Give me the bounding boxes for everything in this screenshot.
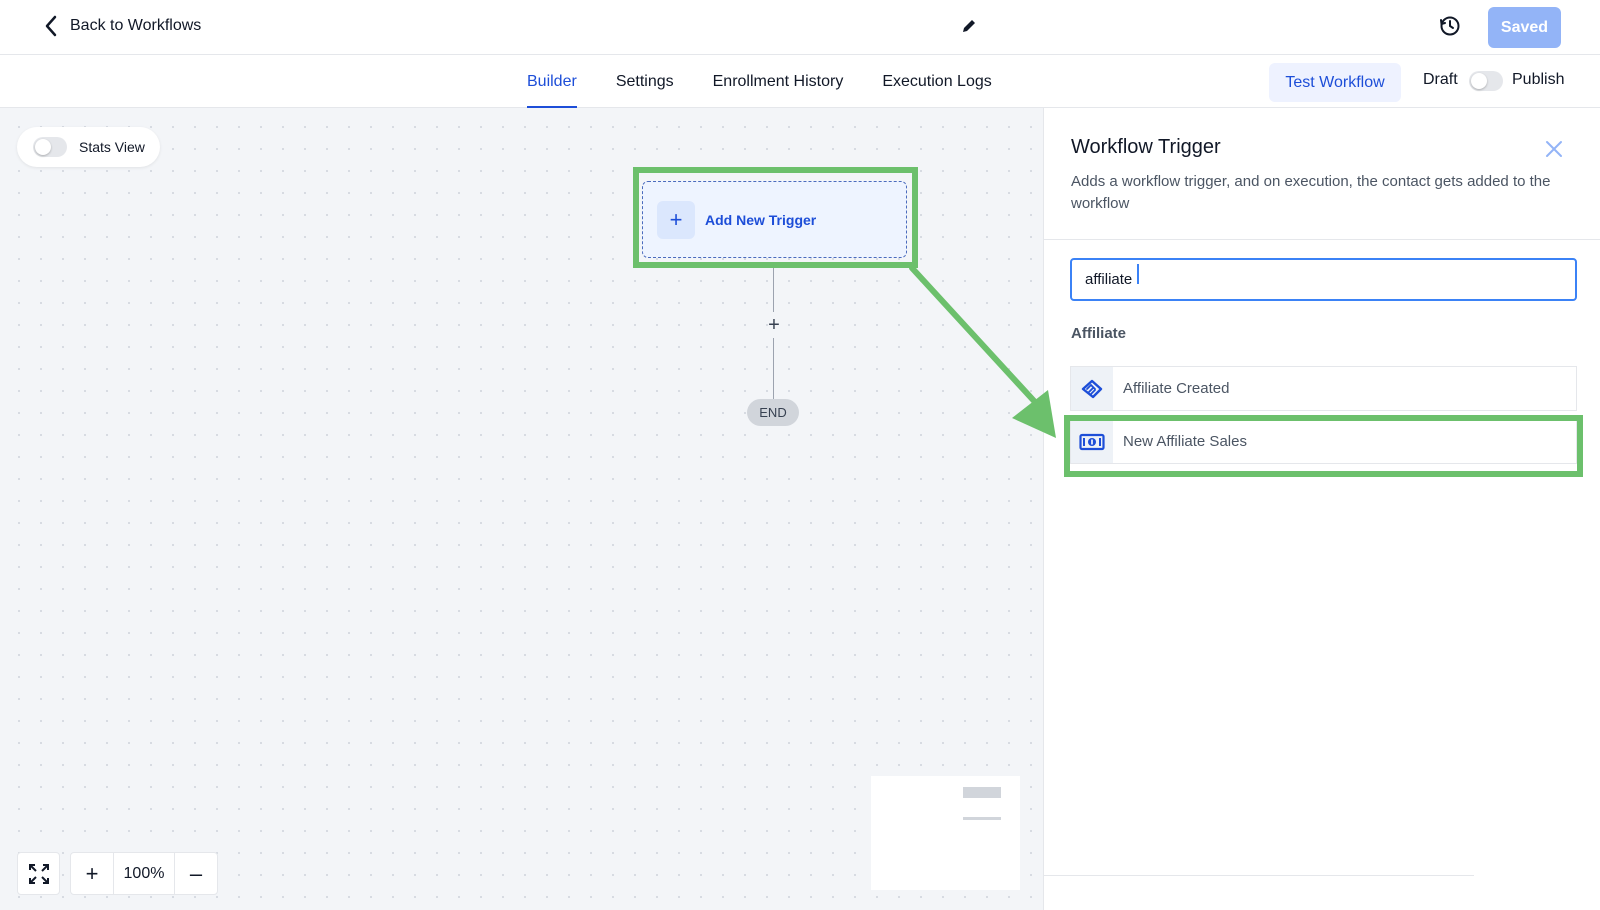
tab-builder[interactable]: Builder xyxy=(527,55,577,108)
zoom-out-button[interactable]: – xyxy=(175,853,217,894)
text-cursor xyxy=(1137,264,1139,284)
pencil-icon[interactable] xyxy=(960,17,978,35)
connector-line-top xyxy=(773,268,774,312)
zoom-group: + 100% – xyxy=(70,852,218,895)
add-new-trigger-button[interactable]: + Add New Trigger xyxy=(642,181,907,258)
chevron-left-icon xyxy=(45,15,57,37)
zoom-in-button[interactable]: + xyxy=(71,853,113,894)
test-workflow-button[interactable]: Test Workflow xyxy=(1269,63,1401,102)
fit-screen-button[interactable] xyxy=(17,852,60,895)
top-bar: Back to Workflows Saved xyxy=(0,0,1600,55)
nav-row: Builder Settings Enrollment History Exec… xyxy=(0,55,1600,108)
back-label: Back to Workflows xyxy=(70,17,202,34)
back-to-workflows-link[interactable]: Back to Workflows xyxy=(42,14,201,38)
end-node: END xyxy=(747,399,799,426)
trigger-option-affiliate-created[interactable]: Affiliate Created xyxy=(1070,366,1577,411)
saved-button[interactable]: Saved xyxy=(1488,7,1561,48)
tab-settings[interactable]: Settings xyxy=(616,55,674,108)
trigger-option-label: Affiliate Created xyxy=(1123,380,1230,397)
zoom-level: 100% xyxy=(113,853,175,894)
panel-footer-divider xyxy=(1044,875,1474,876)
panel-title: Workflow Trigger xyxy=(1071,136,1221,158)
option-highlight-box xyxy=(1064,415,1583,477)
connector-line-bottom xyxy=(773,338,774,399)
trigger-search-input[interactable] xyxy=(1070,258,1577,301)
stats-view-toggle[interactable]: Stats View xyxy=(17,127,160,167)
plus-icon: + xyxy=(657,200,695,239)
zoom-controls: + 100% – xyxy=(17,852,218,895)
handshake-icon xyxy=(1071,367,1113,410)
add-step-plus-icon[interactable]: + xyxy=(763,314,785,336)
publish-toggle[interactable] xyxy=(1469,71,1503,91)
close-icon[interactable] xyxy=(1544,139,1564,159)
divider xyxy=(1044,239,1600,240)
history-icon[interactable] xyxy=(1438,14,1462,38)
stats-view-label: Stats View xyxy=(79,139,145,155)
tab-bar: Builder Settings Enrollment History Exec… xyxy=(527,55,1031,108)
tab-execution-logs[interactable]: Execution Logs xyxy=(882,55,991,108)
add-trigger-label: Add New Trigger xyxy=(705,211,817,228)
stats-switch[interactable] xyxy=(33,137,67,157)
trigger-panel: Workflow Trigger Adds a workflow trigger… xyxy=(1043,108,1600,910)
publish-label: Publish xyxy=(1512,71,1565,88)
panel-description: Adds a workflow trigger, and on executio… xyxy=(1071,173,1551,212)
draft-label: Draft xyxy=(1423,71,1458,88)
minimap-node xyxy=(963,787,1001,798)
minimap-node xyxy=(963,817,1001,820)
workflow-canvas[interactable]: Stats View + Add New Trigger + END + 100… xyxy=(0,108,1043,910)
expand-icon xyxy=(28,863,49,884)
minimap[interactable] xyxy=(871,776,1020,890)
section-label-affiliate: Affiliate xyxy=(1071,325,1127,342)
tab-enrollment-history[interactable]: Enrollment History xyxy=(713,55,844,108)
